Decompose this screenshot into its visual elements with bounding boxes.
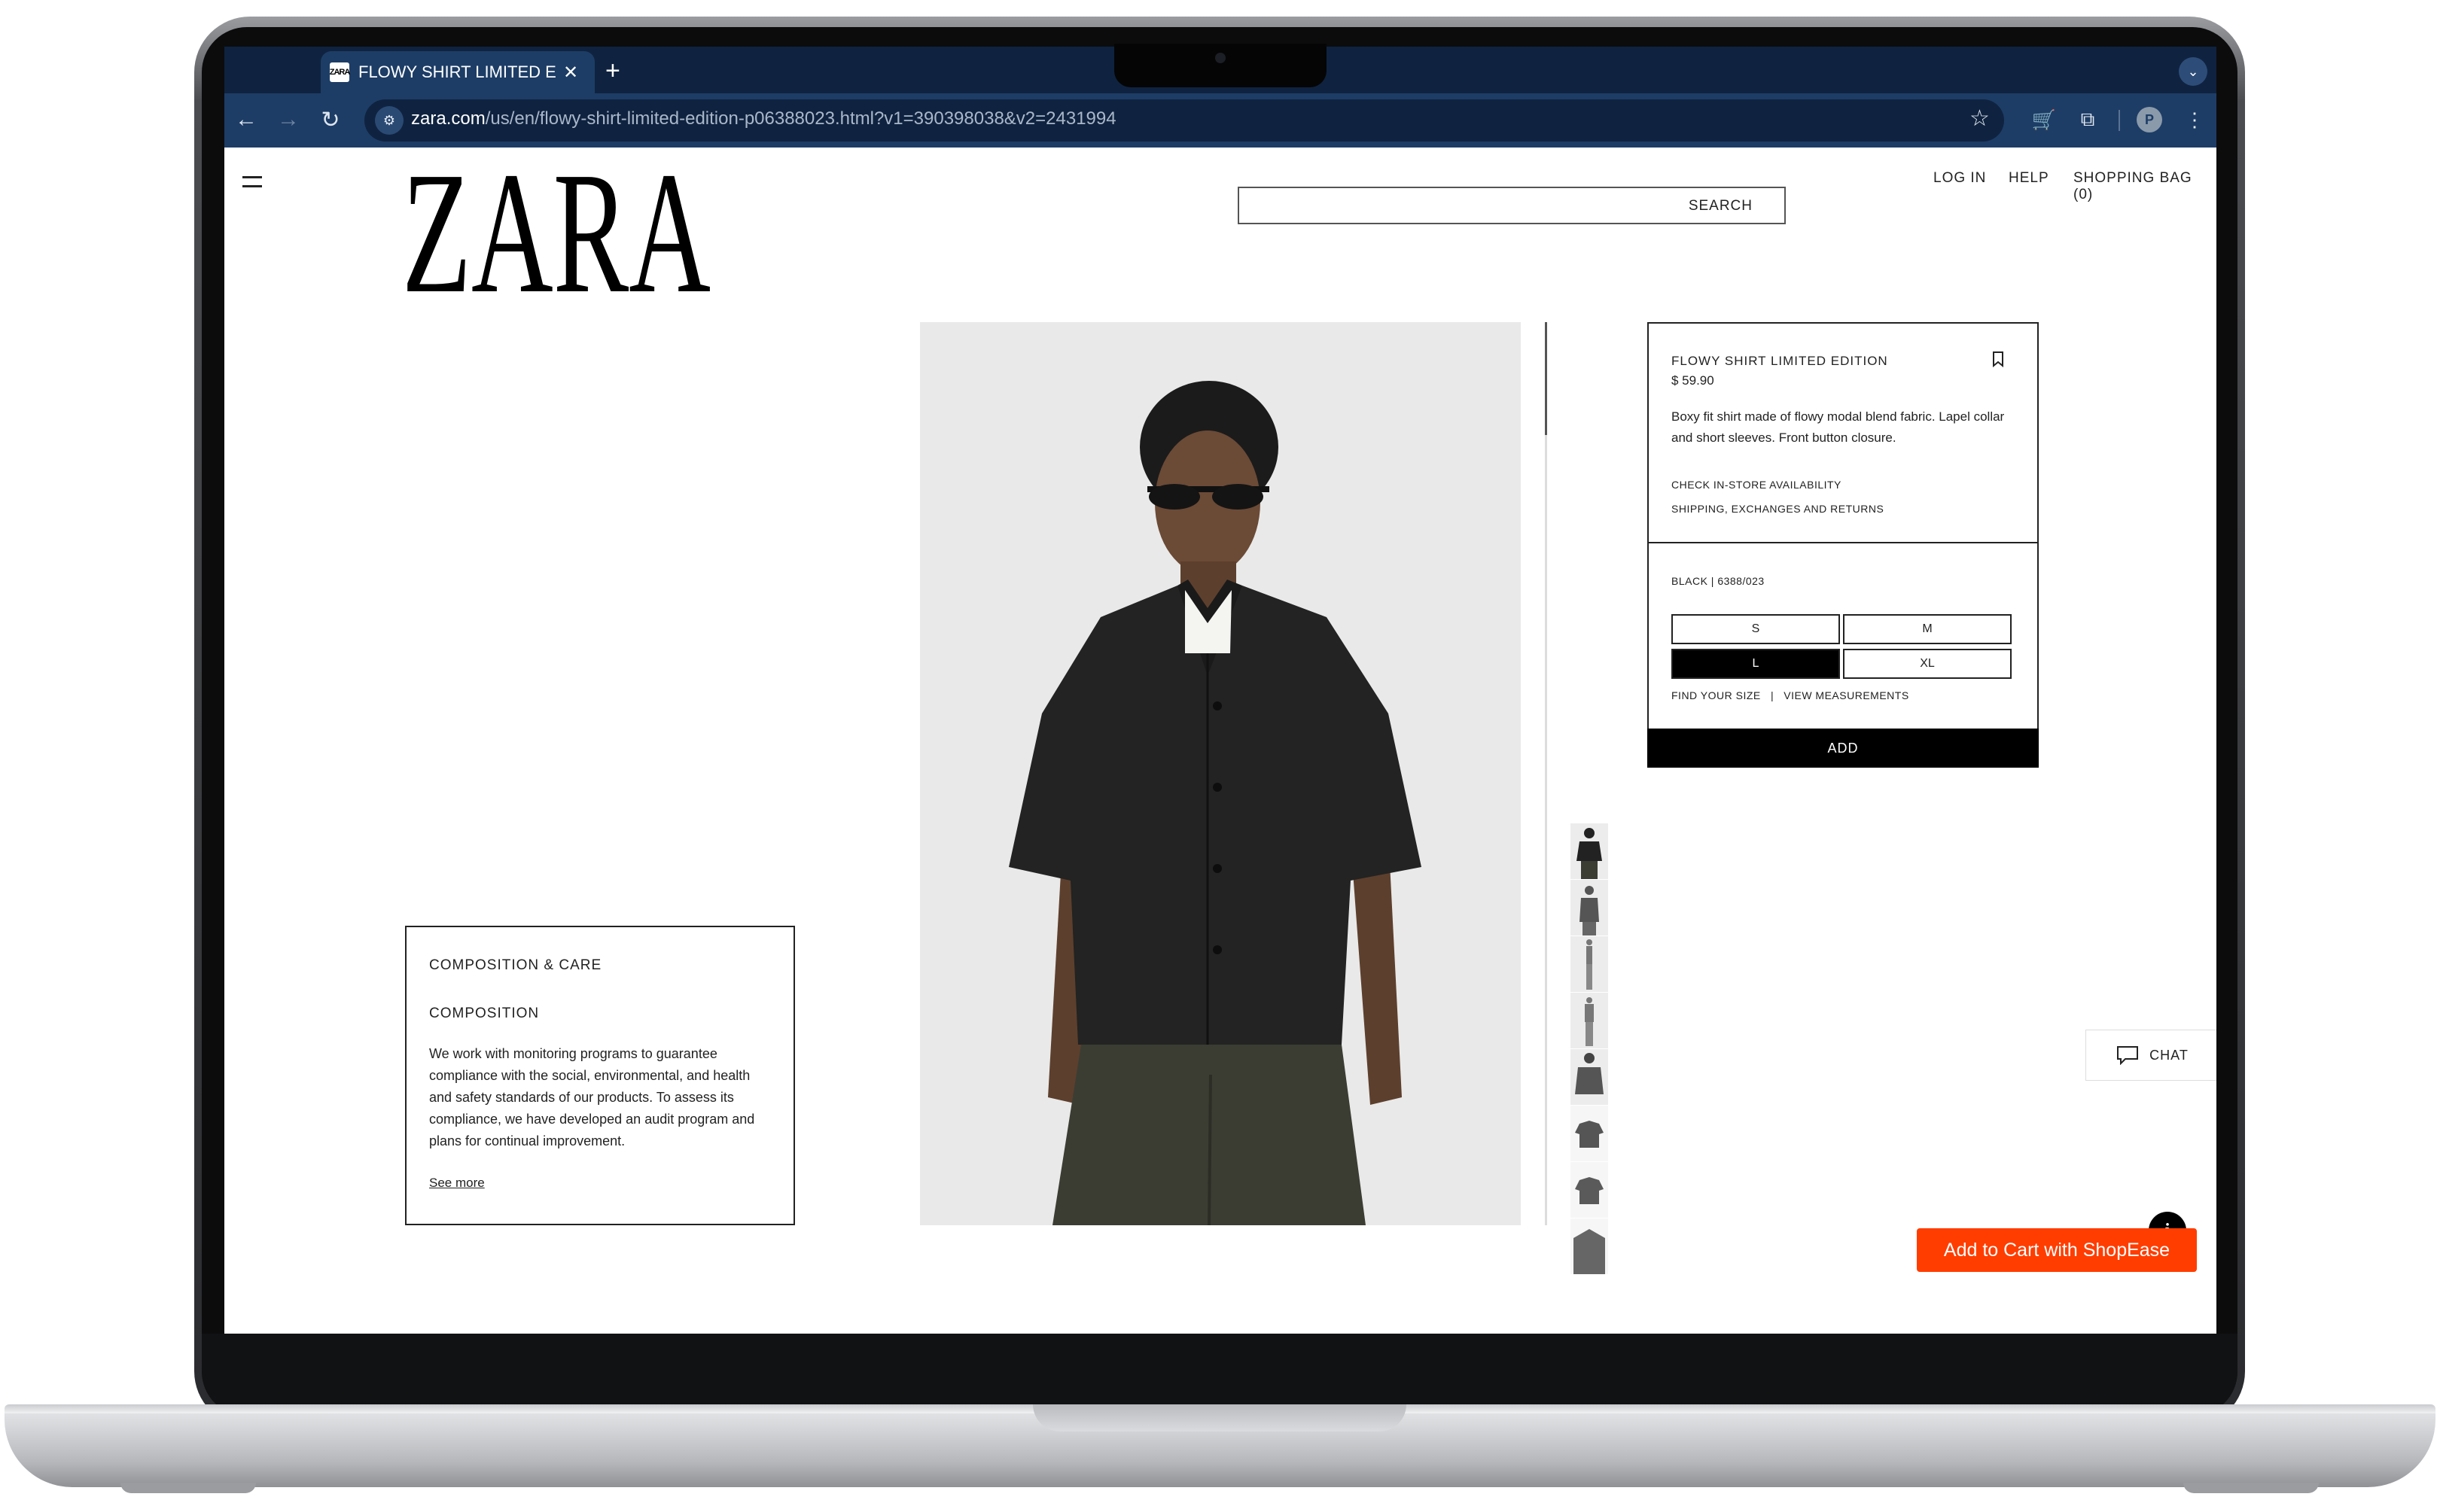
thumbnail-2[interactable] xyxy=(1570,880,1608,935)
thumbnail-shirt-back xyxy=(1570,1162,1608,1218)
bookmark-icon[interactable] xyxy=(1992,351,2004,367)
composition-care-panel: COMPOSITION & CARE COMPOSITION We work w… xyxy=(405,926,795,1225)
chat-label: CHAT xyxy=(2149,1047,2189,1063)
size-help-links: FIND YOUR SIZE | VIEW MEASUREMENTS xyxy=(1671,689,1909,701)
camera-icon xyxy=(1215,53,1226,63)
store-availability-link[interactable]: CHECK IN-STORE AVAILABILITY xyxy=(1671,479,1841,491)
new-tab-icon[interactable]: + xyxy=(605,53,620,89)
extensions-puzzle-icon[interactable]: ⧉ xyxy=(2070,102,2105,137)
product-description: Boxy fit shirt made of flowy modal blend… xyxy=(1671,409,2005,445)
shipping-returns-link[interactable]: SHIPPING, EXCHANGES AND RETURNS xyxy=(1671,503,1884,515)
lid-opening-notch xyxy=(1033,1404,1406,1431)
hamburger-menu-icon[interactable] xyxy=(242,176,262,194)
tab-active[interactable]: ZARA FLOWY SHIRT LIMITED EDITI ✕ xyxy=(321,51,595,93)
thumbnail-8[interactable] xyxy=(1570,1218,1608,1274)
url-text[interactable]: zara.com/us/en/flowy-shirt-limited-editi… xyxy=(411,108,1116,129)
shopping-cart-extension-icon[interactable]: 🛒 xyxy=(2027,102,2061,137)
shopease-add-to-cart-button[interactable]: Add to Cart with ShopEase xyxy=(1917,1228,2197,1272)
info-divider xyxy=(1649,542,2037,543)
find-your-size-link[interactable]: FIND YOUR SIZE xyxy=(1671,689,1761,701)
close-tab-icon[interactable]: ✕ xyxy=(563,62,578,84)
thumbnail-model-full-2 xyxy=(1570,993,1608,1048)
thumbnail-3[interactable] xyxy=(1570,936,1608,992)
thumbnail-model-front xyxy=(1570,823,1608,879)
bookmark-star-icon[interactable]: ☆ xyxy=(1969,105,1990,132)
size-divider: | xyxy=(1770,689,1774,701)
thumbnail-fabric-detail xyxy=(1570,1218,1608,1274)
forward-arrow-icon[interactable]: → xyxy=(271,102,306,137)
browser-toolbar: ← → ↻ ⚙ zara.com/us/en/flowy-shirt-limit… xyxy=(224,93,2216,148)
product-price: $ 59.90 xyxy=(1671,373,1714,388)
see-more-link[interactable]: See more xyxy=(429,1176,485,1191)
search-input[interactable]: SEARCH xyxy=(1238,187,1786,224)
composition-care-heading: COMPOSITION & CARE xyxy=(429,957,602,973)
chat-bubble-icon xyxy=(2117,1046,2139,1065)
size-option-l[interactable]: L xyxy=(1671,649,1840,679)
gallery-scroll-thumb[interactable] xyxy=(1545,322,1547,435)
thumbnail-1[interactable] xyxy=(1570,823,1608,879)
size-option-s[interactable]: S xyxy=(1671,614,1840,644)
product-main-image[interactable] xyxy=(920,322,1521,1225)
view-measurements-link[interactable]: VIEW MEASUREMENTS xyxy=(1784,689,1908,701)
login-link[interactable]: LOG IN xyxy=(1933,170,1986,187)
laptop-foot-right xyxy=(2183,1483,2319,1493)
thumbnail-4[interactable] xyxy=(1570,993,1608,1048)
profile-avatar[interactable]: P xyxy=(2137,107,2162,132)
toolbar-divider xyxy=(2119,110,2120,131)
site-settings-icon[interactable]: ⚙ xyxy=(375,106,404,135)
add-to-bag-button[interactable]: ADD xyxy=(1647,729,2039,768)
thumbnail-6[interactable] xyxy=(1570,1106,1608,1161)
zara-logo-text: ZARA xyxy=(402,166,711,294)
thumbnail-model-full xyxy=(1570,936,1608,992)
browser-window: ZARA FLOWY SHIRT LIMITED EDITI ✕ + ⌄ ← →… xyxy=(224,47,2216,1334)
back-arrow-icon[interactable]: ← xyxy=(229,102,263,137)
size-option-m[interactable]: M xyxy=(1843,614,2012,644)
chat-button[interactable]: CHAT xyxy=(2085,1030,2216,1081)
product-info-panel: FLOWY SHIRT LIMITED EDITION $ 59.90 Boxy… xyxy=(1647,322,2039,768)
color-code: BLACK | 6388/023 xyxy=(1671,575,1765,587)
product-page: ZARA SEARCH LOG IN HELP SHOPPING BAG (0) xyxy=(224,148,2216,1334)
help-link[interactable]: HELP xyxy=(2009,170,2049,187)
thumbnail-7[interactable] xyxy=(1570,1162,1608,1218)
search-label: SEARCH xyxy=(1688,198,1753,214)
product-name: FLOWY SHIRT LIMITED EDITION xyxy=(1671,354,1888,368)
laptop-foot-left xyxy=(120,1483,256,1493)
size-option-xl[interactable]: XL xyxy=(1843,649,2012,679)
reload-icon[interactable]: ↻ xyxy=(313,102,348,137)
composition-subheading: COMPOSITION xyxy=(429,1005,540,1021)
composition-text: We work with monitoring programs to guar… xyxy=(429,1046,755,1148)
thumbnail-shirt-front xyxy=(1570,1106,1608,1161)
shopping-bag-link[interactable]: SHOPPING BAG (0) xyxy=(2073,170,2216,203)
model-photo xyxy=(920,322,1521,1225)
thumbnail-model-closeup xyxy=(1570,1049,1608,1105)
thumbnail-5[interactable] xyxy=(1570,1049,1608,1105)
thumbnail-model-side xyxy=(1570,880,1608,935)
tab-search-chevron-icon[interactable]: ⌄ xyxy=(2179,57,2207,86)
zara-logo[interactable]: ZARA xyxy=(402,166,711,294)
zara-favicon-icon: ZARA xyxy=(330,62,350,82)
tab-title: FLOWY SHIRT LIMITED EDITI xyxy=(358,62,556,81)
browser-menu-icon[interactable]: ⋮ xyxy=(2177,102,2212,137)
gallery-scroll-track[interactable] xyxy=(1545,322,1547,1225)
address-bar[interactable]: ⚙ zara.com/us/en/flowy-shirt-limited-edi… xyxy=(364,99,2004,141)
camera-notch xyxy=(1114,44,1327,87)
image-thumbnails xyxy=(1570,823,1608,1275)
